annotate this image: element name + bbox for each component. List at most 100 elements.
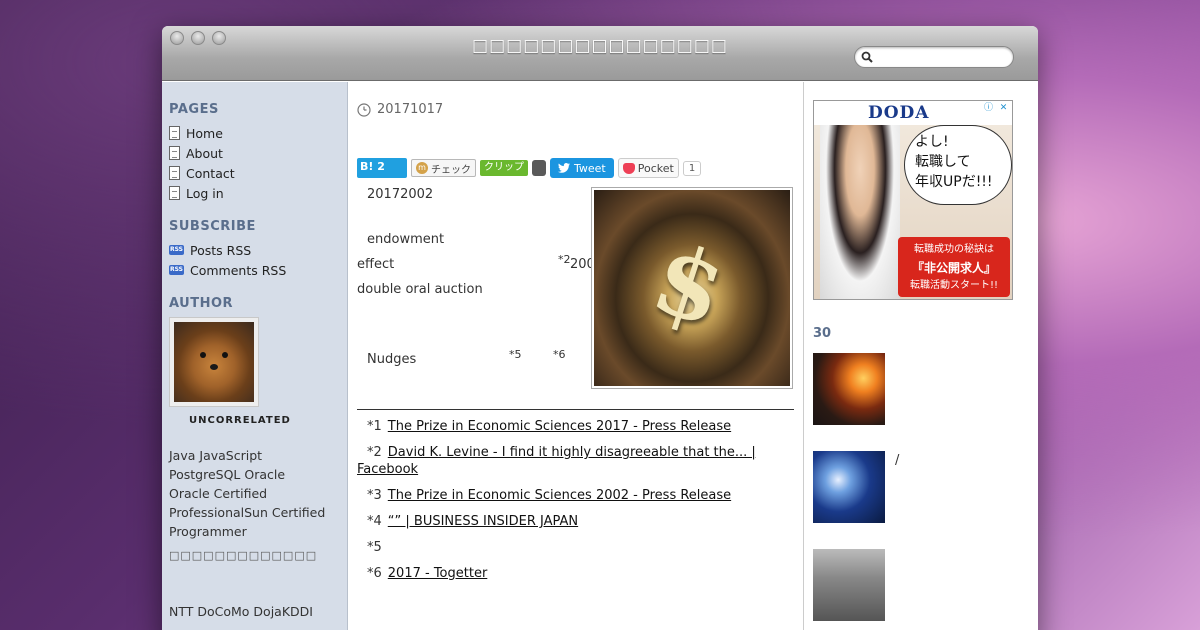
avatar-nose <box>210 364 218 370</box>
page-icon <box>169 166 180 180</box>
tweet-button[interactable]: Tweet <box>550 158 614 178</box>
doda-ad-banner[interactable]: DODA ⓘ ✕ よし! 転職して 年収UPだ!!! 転職成功の秘訣は 『非公開… <box>813 100 1013 300</box>
rss-icon: RSS <box>169 265 184 275</box>
popular-item[interactable] <box>813 549 1029 621</box>
post-content: 20171017 B! 2 m チェック クリップ Tweet Pocket 1… <box>357 82 794 630</box>
footnotes-divider <box>357 409 794 410</box>
ad-cta-line: 転職活動スタート!! <box>909 280 999 291</box>
footnote-link[interactable]: The Prize in Economic Sciences 2017 - Pr… <box>388 419 731 434</box>
footnote-number: *6 <box>367 566 382 581</box>
ad-cta-headline: 『非公開求人』 <box>911 261 996 275</box>
footnote-link[interactable]: “” | BUSINESS INSIDER JAPAN <box>388 514 578 529</box>
dollar-sign-icon: $ <box>640 220 739 349</box>
footnote-number: *2 <box>367 445 382 460</box>
search-input[interactable] <box>877 51 1007 65</box>
subscribe-item-posts-rss[interactable]: RSS Posts RSS <box>169 240 340 260</box>
ad-close-icon[interactable]: ✕ <box>997 102 1010 115</box>
author-avatar-frame <box>169 317 259 407</box>
ad-info-icon[interactable]: ⓘ <box>982 102 995 115</box>
footnote-ref[interactable]: *6 <box>553 348 566 361</box>
popular-item[interactable]: / <box>813 451 1029 523</box>
pages-item-label[interactable]: Home <box>186 126 223 141</box>
pages-list: Home About Contact Log in <box>169 123 340 203</box>
author-bio-line: ProfessionalSun Certified <box>169 505 326 520</box>
footnote-item: *5 <box>357 539 794 556</box>
avatar-eye <box>222 352 228 358</box>
pocket-count: 1 <box>682 160 702 176</box>
pages-item-contact[interactable]: Contact <box>169 163 340 183</box>
author-bio-line: Programmer <box>169 524 247 539</box>
pocket-button[interactable]: Pocket <box>617 158 679 178</box>
search-icon <box>861 51 873 63</box>
tweet-label: Tweet <box>574 161 606 175</box>
clock-icon <box>357 102 371 117</box>
ad-speech-bubble: よし! 転職して 年収UPだ!!! <box>904 125 1012 205</box>
ad-bubble-line: 年収UPだ!!! <box>915 174 993 190</box>
pages-item-label[interactable]: Contact <box>186 166 235 181</box>
mixi-check-button[interactable]: m チェック <box>411 159 476 177</box>
author-footer: NTT DoCoMo DojaKDDI <box>169 604 313 619</box>
ad-bubble-line: よし! <box>915 134 949 150</box>
author-heading: AUTHOR <box>169 296 234 311</box>
footnote-number: *4 <box>367 514 382 529</box>
footnote-item: *6 2017 - Togetter <box>357 565 794 582</box>
footnote-item: *1 The Prize in Economic Sciences 2017 - … <box>357 418 794 435</box>
share-bar: B! 2 m チェック クリップ Tweet Pocket 1 <box>357 157 794 179</box>
browser-window: □□□□□□□□□□□□□□□ PAGES Home About Contact… <box>162 26 1038 630</box>
ad-person-image <box>820 125 900 299</box>
page-icon <box>169 186 180 200</box>
pocket-label: Pocket <box>637 161 674 175</box>
footnote-link[interactable]: David K. Levine - I find it highly disag… <box>357 445 756 477</box>
popular-thumbnail[interactable] <box>813 549 885 621</box>
subscribe-item-label[interactable]: Posts RSS <box>190 243 251 258</box>
ad-bubble-line: 転職して <box>915 154 971 170</box>
author-bio-extra: □□□□□□□□□□□□□ <box>169 549 318 562</box>
search-box[interactable] <box>854 46 1014 68</box>
article-text: double oral auction <box>357 282 483 297</box>
post-date-text: 20171017 <box>377 102 444 117</box>
popular-heading: 30 <box>813 326 832 341</box>
popular-item-title[interactable]: / <box>895 451 899 523</box>
footnote-link[interactable]: The Prize in Economic Sciences 2002 - Pr… <box>388 488 731 503</box>
ad-controls: ⓘ ✕ <box>982 102 1010 115</box>
subscribe-heading: SUBSCRIBE <box>169 219 256 234</box>
mixi-label: チェック <box>431 164 471 176</box>
footnote-ref[interactable]: *2 <box>558 253 571 266</box>
pages-item-login[interactable]: Log in <box>169 183 340 203</box>
popular-thumbnail[interactable] <box>813 451 885 523</box>
pages-item-about[interactable]: About <box>169 143 340 163</box>
article-text: 20172002 <box>367 187 434 202</box>
rss-icon: RSS <box>169 245 184 255</box>
article-text: effect <box>357 257 395 272</box>
author-bio-line: Java JavaScript <box>169 448 263 463</box>
avatar-eye <box>200 352 206 358</box>
subscribe-item-label[interactable]: Comments RSS <box>190 263 286 278</box>
footnote-item: *4 “” | BUSINESS INSIDER JAPAN <box>357 513 794 530</box>
post-date: 20171017 <box>357 102 794 117</box>
ad-cta-line: 転職成功の秘訣は <box>914 244 994 255</box>
pages-item-label[interactable]: About <box>186 146 223 161</box>
footnote-ref[interactable]: *5 <box>509 348 522 361</box>
page-icon <box>169 126 180 140</box>
clip-button[interactable]: クリップ <box>480 160 528 176</box>
left-sidebar: PAGES Home About Contact Log in SUBSCRIB… <box>162 82 348 630</box>
author-bio-line: PostgreSQL Oracle <box>169 467 286 482</box>
post-hero-image: $ <box>591 187 793 389</box>
popular-thumbnail[interactable] <box>813 353 885 425</box>
article-text: Nudges <box>367 352 417 367</box>
popular-item[interactable] <box>813 353 1029 425</box>
footnote-item: *2 David K. Levine - I find it highly dis… <box>357 444 794 478</box>
hatena-bookmark-button[interactable]: B! 2 <box>357 158 407 178</box>
hatena-count: 2 <box>377 160 385 173</box>
subscribe-item-comments-rss[interactable]: RSS Comments RSS <box>169 260 340 280</box>
avatar <box>174 322 254 402</box>
article-body: 20172002 endowment effect *2 200 double … <box>357 187 794 397</box>
author-name: UNCORRELATED <box>189 415 291 426</box>
evernote-icon[interactable] <box>532 160 546 176</box>
footnote-link[interactable]: 2017 - Togetter <box>388 566 488 581</box>
pages-item-home[interactable]: Home <box>169 123 340 143</box>
site-header: □□□□□□□□□□□□□□□ <box>162 26 1038 81</box>
footnotes-list: *1 The Prize in Economic Sciences 2017 - … <box>357 418 794 582</box>
ad-logo: DODA <box>868 103 930 123</box>
pages-item-label[interactable]: Log in <box>186 186 224 201</box>
